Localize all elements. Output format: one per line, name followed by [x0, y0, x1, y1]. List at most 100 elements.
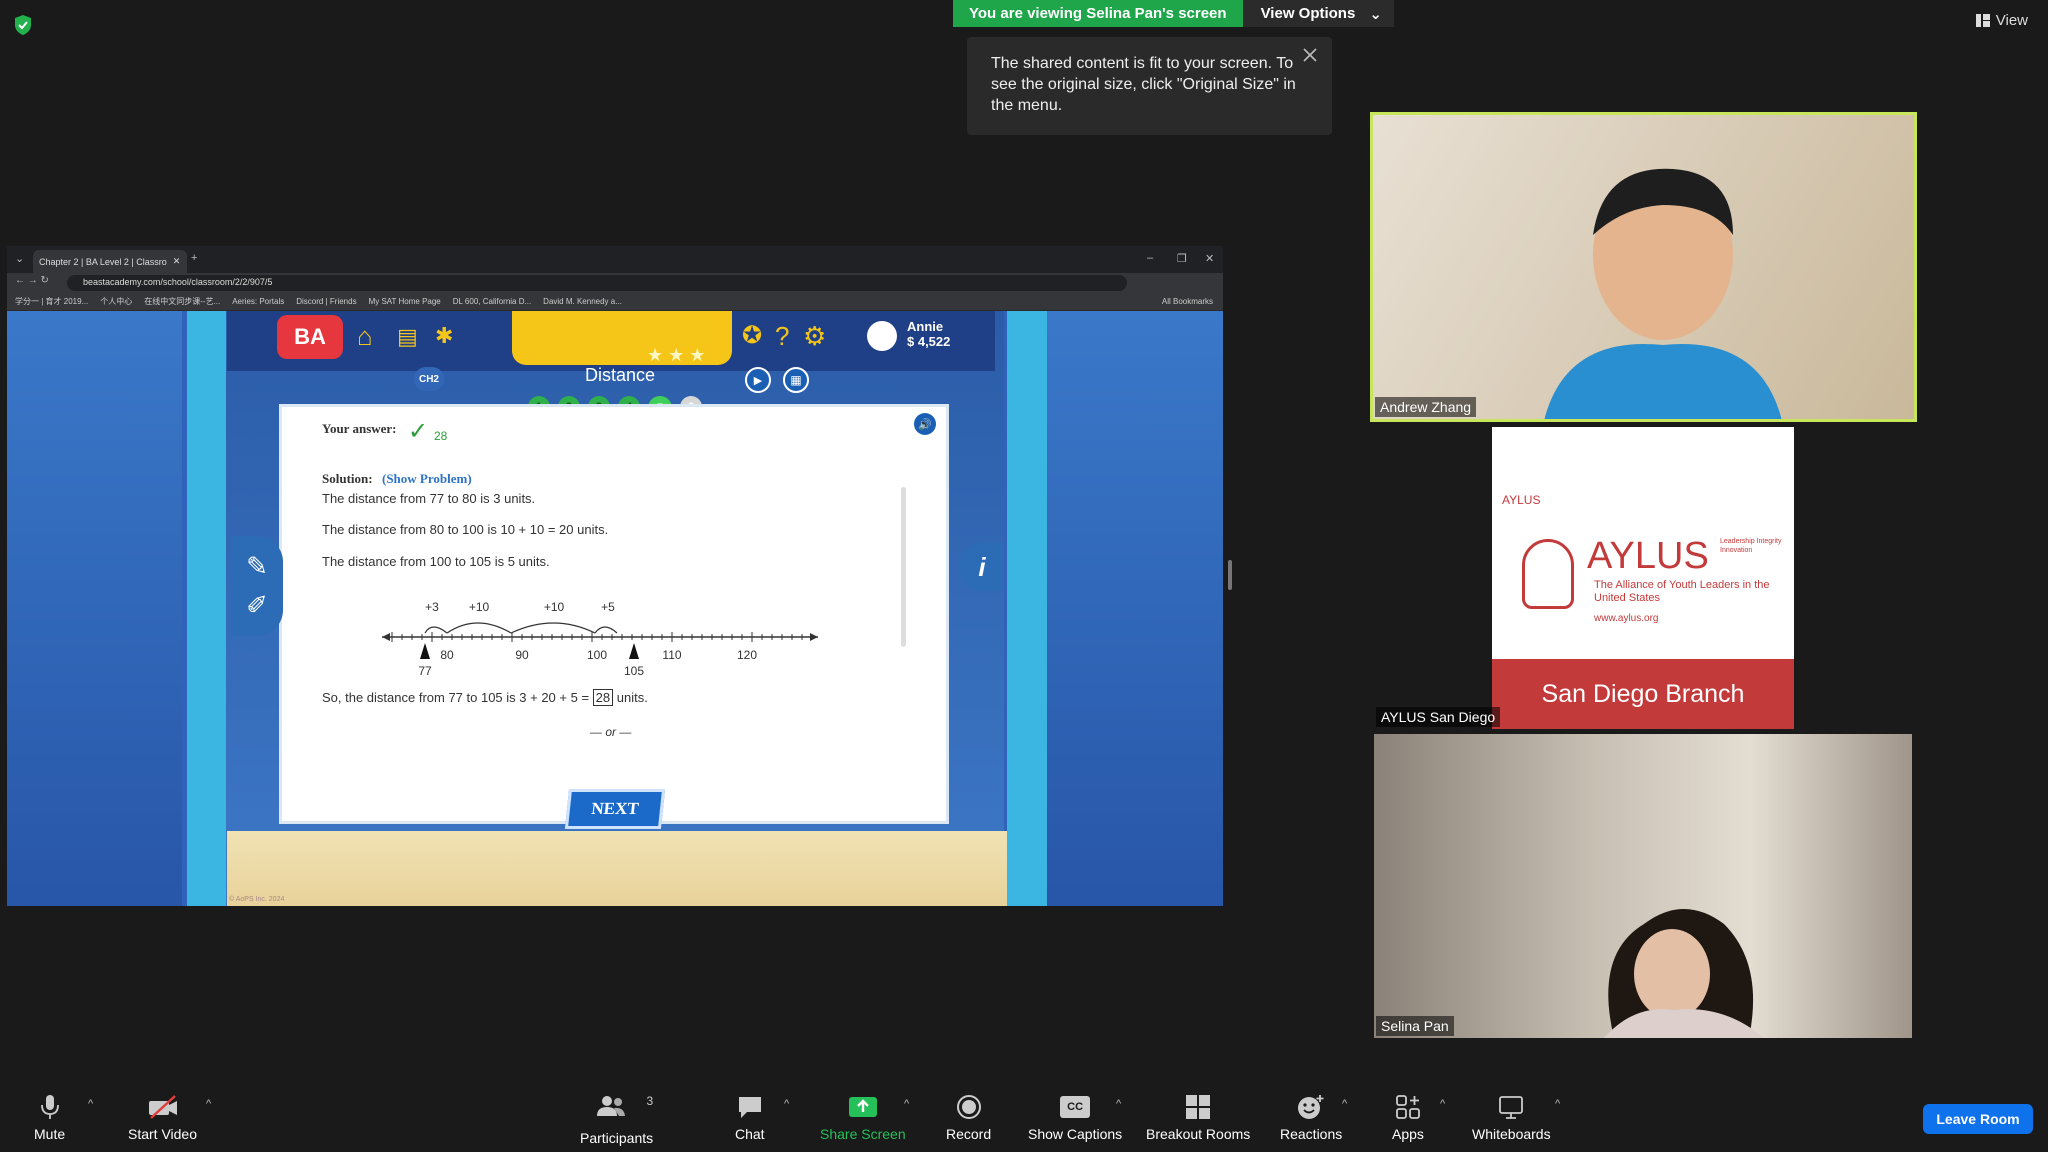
- jump-label: +10: [469, 600, 490, 614]
- tab-title: Chapter 2 | BA Level 2 | Classro: [39, 256, 167, 267]
- participant-name: Selina Pan: [1376, 1016, 1454, 1036]
- speaker-icon[interactable]: 🔊: [914, 413, 936, 435]
- chevron-down-icon: ⌄: [1369, 5, 1382, 23]
- chapter-badge[interactable]: CH2: [414, 367, 444, 391]
- video-tile-speaker[interactable]: Andrew Zhang: [1370, 112, 1917, 422]
- solution-label: Solution:: [322, 471, 373, 486]
- show-captions-label: Show Captions: [1028, 1126, 1123, 1142]
- chat-bubble-icon: [738, 1097, 761, 1118]
- next-button[interactable]: NEXT: [564, 789, 666, 829]
- participants-count: 3: [646, 1094, 654, 1108]
- bookmark-item[interactable]: Aeries: Portals: [232, 297, 284, 306]
- nav-arrows-icon[interactable]: ← → ↻: [15, 275, 49, 286]
- number-line-diagram: +3 +10 +10 +5 80 90 100 110 120 77 105: [382, 600, 818, 678]
- mute-button[interactable]: Mute: [34, 1094, 65, 1142]
- participants-button[interactable]: 3 Participants: [580, 1094, 653, 1146]
- window-close-icon[interactable]: ✕: [1205, 252, 1214, 265]
- scrollbar[interactable]: [901, 487, 906, 647]
- captions-options-caret-icon[interactable]: ^: [1116, 1098, 1121, 1110]
- drawing-tools[interactable]: ✎ ✐: [231, 536, 283, 636]
- panel-resize-handle[interactable]: [1228, 560, 1232, 590]
- bookmark-item[interactable]: David M. Kennedy a...: [543, 297, 622, 306]
- chat-options-caret-icon[interactable]: ^: [784, 1098, 789, 1110]
- torch-icon: [1522, 539, 1574, 609]
- browser-tab[interactable]: Chapter 2 | BA Level 2 | Classro ✕: [33, 250, 187, 273]
- apps-options-caret-icon[interactable]: ^: [1440, 1098, 1445, 1110]
- leave-room-button[interactable]: Leave Room: [1923, 1104, 2033, 1134]
- tab-list-icon[interactable]: ⌄: [15, 252, 24, 265]
- share-options-caret-icon[interactable]: ^: [904, 1098, 909, 1110]
- view-button[interactable]: View: [1975, 12, 2028, 29]
- aylus-subtitle: The Alliance of Youth Leaders in the Uni…: [1594, 579, 1770, 604]
- start-video-label: Start Video: [128, 1126, 198, 1142]
- whiteboards-options-caret-icon[interactable]: ^: [1555, 1098, 1560, 1110]
- checkmark-icon: ✓: [408, 418, 429, 445]
- eraser-icon[interactable]: ✐: [246, 590, 268, 621]
- play-icon[interactable]: ▶: [745, 367, 771, 393]
- view-label: View: [1995, 12, 2028, 29]
- solution-line: The distance from 77 to 80 is 3 units.: [322, 491, 536, 506]
- bookmark-item[interactable]: DL 600, California D...: [453, 297, 531, 306]
- bookmark-item[interactable]: My SAT Home Page: [369, 297, 441, 306]
- home-icon[interactable]: ⌂: [357, 321, 373, 352]
- beast-academy-page: BA ⌂ ▤ ✱ ★ ★ ★ ✪ ? ⚙ Annie $ 4,522 CH2 Di…: [7, 311, 1223, 906]
- info-icon[interactable]: i: [960, 543, 1004, 591]
- close-icon[interactable]: [1302, 47, 1318, 63]
- user-info[interactable]: Annie $ 4,522: [907, 319, 950, 349]
- breakout-rooms-button[interactable]: Breakout Rooms: [1146, 1094, 1250, 1142]
- start-video-button[interactable]: Start Video: [128, 1094, 197, 1142]
- tick-label: 80: [440, 648, 454, 662]
- jump-label: +3: [425, 600, 439, 614]
- branch-banner: San Diego Branch: [1492, 659, 1794, 729]
- avatar[interactable]: [867, 321, 897, 351]
- video-tile-aylus[interactable]: AYLUS AYLUS Leadership Integrity Innovat…: [1374, 427, 1912, 729]
- aylus-small-logo: AYLUS: [1502, 493, 1541, 507]
- reactions-options-caret-icon[interactable]: ^: [1342, 1098, 1347, 1110]
- record-button[interactable]: Record: [946, 1094, 991, 1142]
- jump-label: +10: [544, 600, 565, 614]
- badge-icon[interactable]: ✪: [742, 321, 762, 350]
- help-icon[interactable]: ?: [775, 321, 789, 352]
- chat-label: Chat: [735, 1126, 765, 1142]
- show-captions-button[interactable]: CC Show Captions: [1028, 1094, 1122, 1142]
- video-options-caret-icon[interactable]: ^: [206, 1098, 211, 1110]
- settings-gear-icon[interactable]: ⚙: [803, 321, 826, 352]
- share-screen-button[interactable]: Share Screen: [820, 1094, 906, 1142]
- mute-label: Mute: [34, 1126, 66, 1142]
- solution-card: 🔊 Your answer: ✓ 28 Solution: (Show Prob…: [279, 404, 949, 824]
- view-options-button[interactable]: View Options ⌄: [1242, 0, 1394, 27]
- or-divider: — or —: [590, 725, 632, 739]
- reactions-button[interactable]: Reactions: [1280, 1094, 1342, 1142]
- chat-button[interactable]: Chat: [735, 1094, 765, 1142]
- minimize-icon[interactable]: –: [1147, 252, 1153, 264]
- share-screen-icon: [848, 1097, 877, 1117]
- bookmark-item[interactable]: 在线中文同步课--艺...: [144, 296, 220, 307]
- apps-button[interactable]: Apps: [1392, 1094, 1424, 1142]
- conclusion-prefix: So, the distance from 77 to 105 is 3 + 2…: [322, 690, 590, 705]
- security-shield-icon[interactable]: [13, 14, 33, 36]
- participant-name: Andrew Zhang: [1375, 397, 1477, 417]
- shared-screen[interactable]: ⌄ Chapter 2 | BA Level 2 | Classro ✕ + – …: [7, 246, 1223, 906]
- conclusion-answer-box: 28: [592, 689, 614, 706]
- tab-close-icon[interactable]: ✕: [173, 256, 181, 267]
- show-problem-link[interactable]: (Show Problem): [382, 471, 472, 487]
- conclusion-suffix: units.: [616, 690, 648, 705]
- book-icon[interactable]: ▤: [397, 324, 418, 350]
- all-bookmarks[interactable]: All Bookmarks: [1162, 297, 1213, 306]
- video-tile-selina[interactable]: Selina Pan: [1374, 734, 1912, 1038]
- bookmark-item[interactable]: 个人中心: [100, 296, 132, 307]
- restore-icon[interactable]: ❐: [1177, 252, 1187, 265]
- whiteboards-button[interactable]: Whiteboards: [1472, 1094, 1551, 1142]
- mute-options-caret-icon[interactable]: ^: [88, 1098, 93, 1110]
- ba-logo[interactable]: BA: [277, 315, 343, 359]
- new-tab-icon[interactable]: +: [191, 252, 197, 264]
- notice-text: The shared content is fit to your screen…: [991, 55, 1296, 114]
- participants-icon: [597, 1096, 626, 1116]
- coin-count: $ 4,522: [907, 334, 951, 349]
- pencil-icon[interactable]: ✎: [246, 551, 268, 582]
- puzzle-icon[interactable]: ✱: [435, 323, 453, 349]
- bookmark-item[interactable]: 学分一 | 育才 2019...: [15, 296, 88, 307]
- bookmark-item[interactable]: Discord | Friends: [296, 297, 356, 306]
- notes-icon[interactable]: ▦: [783, 367, 809, 393]
- url-field[interactable]: beastacademy.com/school/classroom/2/2/90…: [67, 275, 1127, 291]
